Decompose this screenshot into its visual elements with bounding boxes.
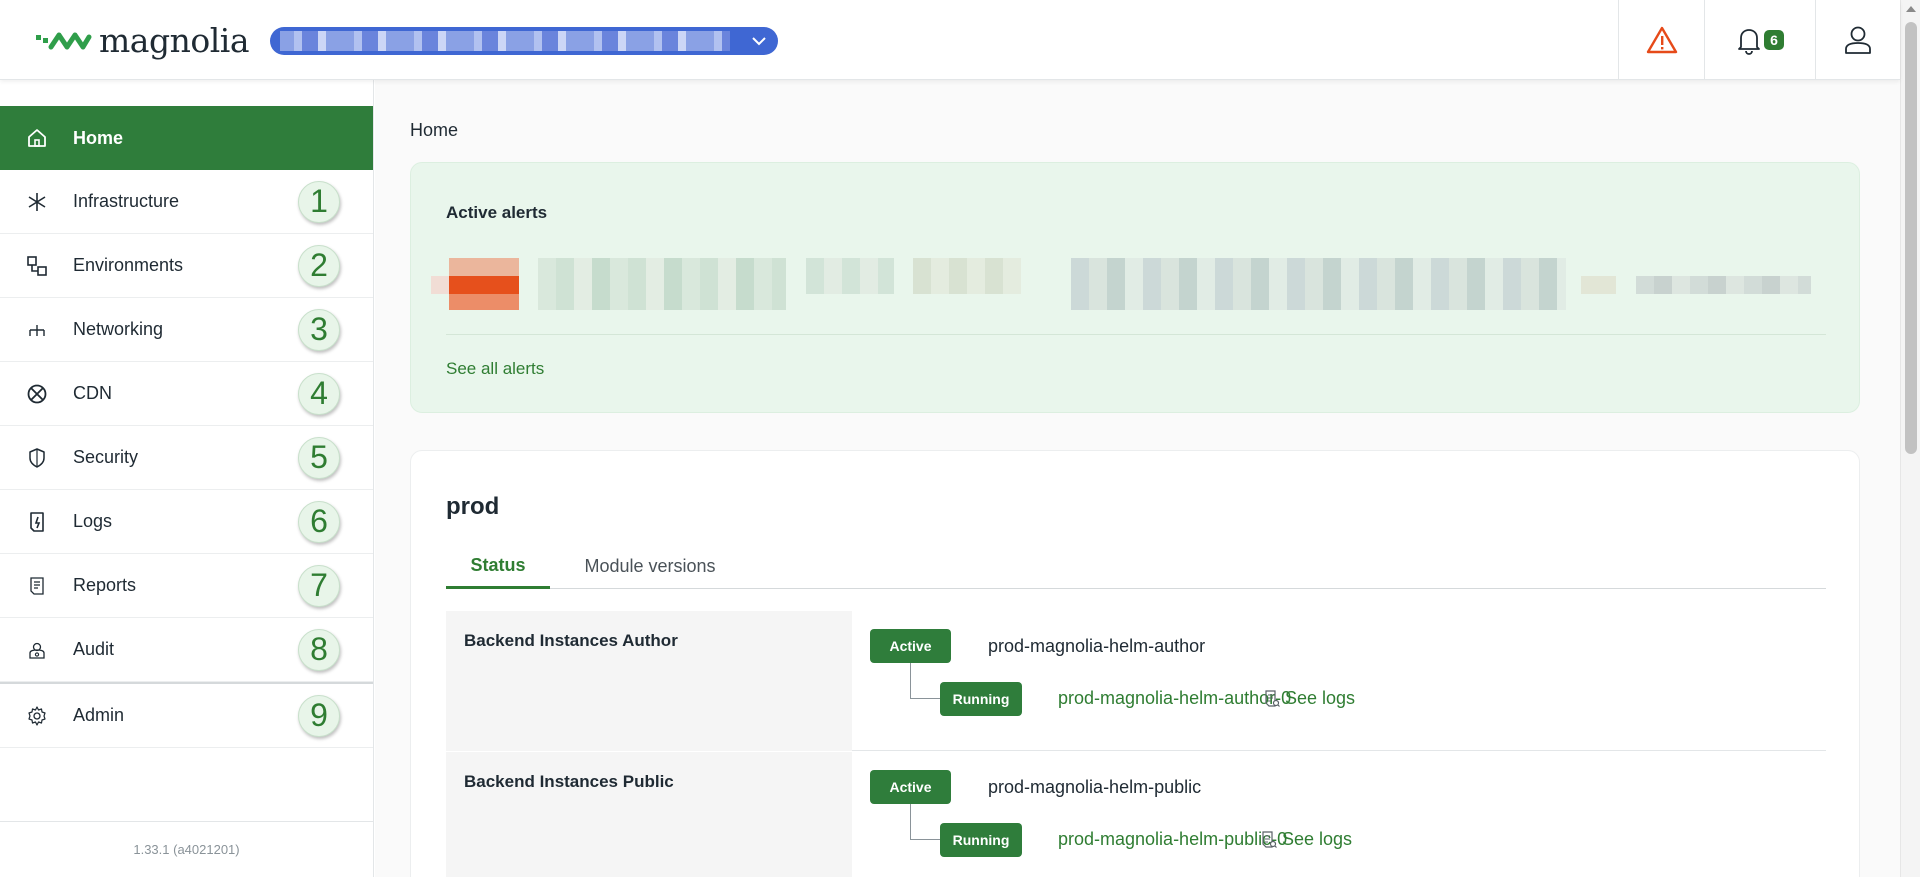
pod-status-badge: Running xyxy=(940,823,1022,857)
tree-connector xyxy=(910,804,940,840)
sidebar-item-label: Logs xyxy=(73,511,113,531)
bell-icon xyxy=(1738,29,1760,55)
callout-number: 9 xyxy=(298,694,340,737)
sidebar-item-environments[interactable]: Environments 2 xyxy=(0,234,373,298)
sidebar-item-label: Audit xyxy=(73,639,115,659)
see-logs-label: See logs xyxy=(1282,829,1353,849)
warning-triangle-icon xyxy=(1646,26,1677,54)
sidebar-item-label: Environments xyxy=(73,255,184,275)
sidebar-item-logs[interactable]: Logs 6 xyxy=(0,490,373,554)
sidebar-item-reports[interactable]: Reports 7 xyxy=(0,554,373,618)
tab-module-versions[interactable]: Module versions xyxy=(580,544,720,589)
network-icon xyxy=(25,318,49,342)
gear-icon xyxy=(25,704,49,728)
row-label: Backend Instances Author xyxy=(446,611,852,751)
environment-tabs: Status Module versions xyxy=(446,544,1826,589)
notification-count-badge: 6 xyxy=(1764,30,1784,50)
sidebar-item-label: Security xyxy=(73,447,139,467)
see-logs-link[interactable]: See logs xyxy=(1261,829,1352,850)
alerts-divider xyxy=(446,334,1826,335)
scrollbar-thumb[interactable] xyxy=(1905,22,1917,454)
alerts-button[interactable] xyxy=(1618,0,1704,80)
environment-selector[interactable] xyxy=(270,27,778,55)
user-icon xyxy=(1845,26,1871,54)
pod-status-badge: Running xyxy=(940,682,1022,716)
pod-link[interactable]: prod-magnolia-helm-author-0 xyxy=(1058,688,1291,709)
see-all-alerts-link[interactable]: See all alerts xyxy=(446,359,544,379)
logo-text: magnolia xyxy=(99,20,250,60)
environments-icon xyxy=(25,254,49,278)
sidebar-item-admin[interactable]: Admin 9 xyxy=(0,684,373,748)
sidebar-item-label: Home xyxy=(73,127,124,148)
tab-status[interactable]: Status xyxy=(446,544,550,589)
see-logs-link[interactable]: See logs xyxy=(1264,688,1355,709)
tree-connector xyxy=(910,663,940,699)
redacted-alert-content xyxy=(431,258,1811,310)
environment-name: prod xyxy=(446,493,500,520)
magnolia-logo-icon xyxy=(36,32,92,50)
home-icon xyxy=(25,126,49,150)
audit-icon xyxy=(25,638,49,662)
environment-card: prod Status Module versions Backend Inst… xyxy=(410,450,1860,877)
main-content: Home Active alerts See all alerts prod S… xyxy=(375,80,1900,877)
scroll-up-arrow-icon[interactable] xyxy=(1906,6,1916,12)
callout-number: 3 xyxy=(298,308,340,351)
callout-number: 7 xyxy=(298,564,340,607)
notifications-button[interactable]: 6 xyxy=(1704,0,1815,80)
callout-number: 8 xyxy=(298,628,340,671)
top-header: magnolia 6 xyxy=(0,0,1900,80)
callout-number: 1 xyxy=(298,180,340,223)
sidebar-item-label: CDN xyxy=(73,383,112,403)
sidebar-item-label: Admin xyxy=(73,705,125,725)
callout-number: 6 xyxy=(298,500,340,543)
sidebar: Home Infrastructure 1 Environments 2 Net… xyxy=(0,80,374,877)
magnolia-logo[interactable]: magnolia xyxy=(35,20,250,60)
logs-icon xyxy=(25,510,49,534)
shield-icon xyxy=(25,446,49,470)
service-name: prod-magnolia-helm-author xyxy=(988,636,1206,656)
active-alerts-title: Active alerts xyxy=(446,203,548,222)
sidebar-item-audit[interactable]: Audit 8 xyxy=(0,618,373,682)
sidebar-item-networking[interactable]: Networking 3 xyxy=(0,298,373,362)
asterisk-icon xyxy=(25,190,49,214)
status-badge: Active xyxy=(870,770,951,804)
sidebar-item-infrastructure[interactable]: Infrastructure 1 xyxy=(0,170,373,234)
active-alerts-card: Active alerts See all alerts xyxy=(410,162,1860,413)
sidebar-item-cdn[interactable]: CDN 4 xyxy=(0,362,373,426)
service-name: prod-magnolia-helm-public xyxy=(988,777,1202,797)
breadcrumb: Home xyxy=(410,120,459,140)
see-logs-label: See logs xyxy=(1285,688,1356,708)
pod-link[interactable]: prod-magnolia-helm-public-0 xyxy=(1058,829,1287,850)
sidebar-item-home[interactable]: Home xyxy=(0,106,373,170)
logs-icon xyxy=(1262,830,1277,848)
status-row-author: Backend Instances Author Active prod-mag… xyxy=(446,611,1826,751)
logs-icon xyxy=(1265,689,1280,707)
app-version: 1.33.1 (a4021201) xyxy=(133,842,240,857)
user-menu-button[interactable] xyxy=(1815,0,1900,80)
page-scrollbar[interactable] xyxy=(1900,0,1920,877)
cdn-icon xyxy=(25,382,49,406)
environment-selector-value xyxy=(280,31,730,51)
row-label: Backend Instances Public xyxy=(446,752,852,877)
sidebar-item-label: Reports xyxy=(73,575,137,595)
sidebar-footer-divider xyxy=(0,821,373,822)
status-row-public: Backend Instances Public Active prod-mag… xyxy=(446,752,1826,877)
callout-number: 5 xyxy=(298,436,340,479)
status-badge: Active xyxy=(870,629,951,663)
callout-number: 4 xyxy=(298,372,340,415)
chevron-down-icon xyxy=(752,37,766,46)
report-icon xyxy=(25,574,49,598)
sidebar-item-security[interactable]: Security 5 xyxy=(0,426,373,490)
sidebar-item-label: Infrastructure xyxy=(73,191,180,211)
sidebar-item-label: Networking xyxy=(73,319,164,339)
callout-number: 2 xyxy=(298,244,340,287)
